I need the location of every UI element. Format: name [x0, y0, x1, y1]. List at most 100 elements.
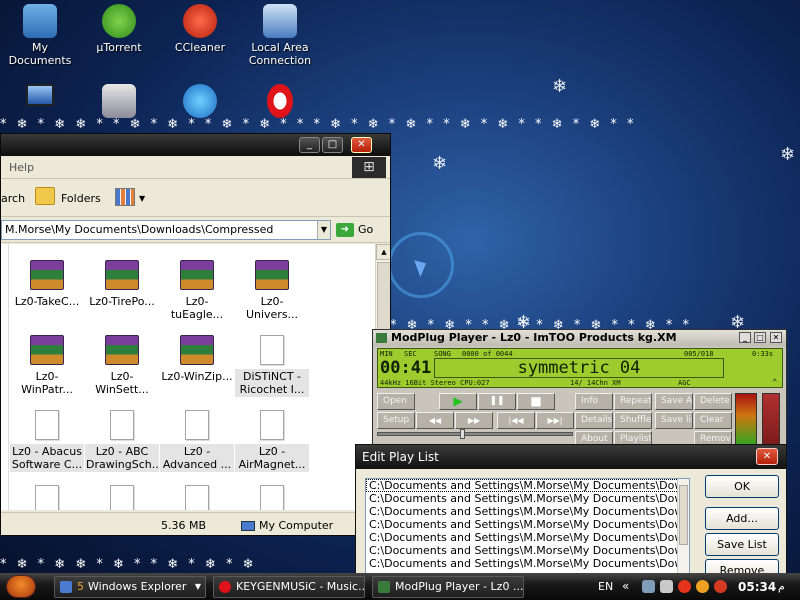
playlist-entry[interactable]: C:\Documents and Settings\M.Morse\My Doc…	[366, 479, 689, 492]
maximize-button[interactable]: □	[322, 137, 343, 153]
explorer-titlebar[interactable]: _ □ ✕	[1, 134, 390, 156]
taskbar-item-opera[interactable]: KEYGENMUSiC - Music...	[213, 576, 365, 598]
desktop-icon-my-computer[interactable]	[0, 84, 80, 109]
playlist-entry[interactable]: C:\Documents and Settings\M.Morse\My Doc…	[366, 518, 689, 531]
modplug-titlebar[interactable]: ModPlug Player - Lz0 - ImTOO Products kg…	[373, 330, 786, 346]
rewind-button[interactable]: ◀◀	[416, 412, 454, 429]
taskbar-item-modplug[interactable]: ModPlug Player - Lz0 ...	[372, 576, 524, 598]
playlist-entry[interactable]: C:\Documents and Settings\M.Morse\My Doc…	[366, 531, 689, 544]
file-item[interactable]: DiSTiNCT - Ricochet I...	[235, 335, 309, 397]
details-button[interactable]: Details	[575, 412, 613, 429]
playlist-entry[interactable]: C:\Documents and Settings\M.Morse\My Doc…	[366, 505, 689, 518]
file-item[interactable]: Lz0 - AirMagnet...	[235, 410, 309, 472]
fast-forward-button[interactable]: ▶▶	[455, 412, 493, 429]
file-item[interactable]: Lz0 - Abacus Software C...	[10, 410, 84, 472]
play-button[interactable]: ▶	[439, 393, 477, 410]
desktop-icon-utorrent[interactable]: µTorrent	[79, 4, 159, 54]
close-button[interactable]: ✕	[351, 137, 372, 153]
shuffle-button[interactable]: Shuffle	[614, 412, 652, 429]
minimize-button[interactable]: _	[299, 137, 320, 153]
previous-button[interactable]: |◀◀	[497, 412, 535, 429]
desktop-icon-opera[interactable]	[240, 84, 320, 121]
seek-slider[interactable]	[377, 429, 573, 439]
lcd-song-title: symmetric 04	[434, 358, 724, 378]
lcd-expand-icon[interactable]: ⌃	[772, 378, 777, 388]
go-button[interactable]: ➜ Go	[336, 223, 373, 237]
address-dropdown-icon[interactable]: ▼	[317, 221, 330, 239]
folders-button[interactable]: Folders	[61, 192, 101, 205]
show-hidden-icons-icon[interactable]: «	[622, 579, 629, 593]
next-button[interactable]: ▶▶|	[536, 412, 574, 429]
ccleaner-tray-icon[interactable]	[714, 580, 727, 593]
stop-button[interactable]: ■	[517, 393, 555, 410]
file-item[interactable]: Lz0 - Advanced ...	[160, 410, 234, 472]
delete-button[interactable]: Delete	[694, 393, 732, 410]
system-tray: EN « 05:34 م	[590, 576, 800, 598]
file-item[interactable]: Lz0 - ABC DrawingSch...	[85, 410, 162, 472]
lcd-display: MIN SEC 00:41 SONG 0000 of 0044 005/018 …	[377, 348, 783, 388]
network-connection-icon	[263, 4, 297, 38]
playlist-scroll-thumb[interactable]	[679, 485, 688, 545]
file-item[interactable]: Lz0-TakeC...	[10, 260, 84, 309]
start-button[interactable]	[6, 575, 36, 598]
playlist-titlebar[interactable]: Edit Play List ✕	[356, 445, 786, 469]
playlist-entry[interactable]: C:\Documents and Settings\M.Morse\My Doc…	[366, 544, 689, 557]
save-list-button[interactable]: Save list	[655, 412, 693, 429]
playlist-entry[interactable]: C:\Documents and Settings\M.Morse\My Doc…	[366, 492, 689, 505]
playlist-entry[interactable]: C:\Documents and Settings\M.Morse\My Doc…	[366, 557, 689, 570]
file-item[interactable]	[235, 485, 309, 510]
add-button[interactable]: Add...	[705, 507, 779, 530]
seek-slider-knob[interactable]	[460, 429, 465, 439]
save-as-button[interactable]: Save As	[655, 393, 693, 410]
info-button[interactable]: Info	[575, 393, 613, 410]
file-item[interactable]: Lz0-Univers...	[235, 260, 309, 322]
desktop-icon-ccleaner[interactable]: CCleaner	[160, 4, 240, 54]
taskbar-item-windows-explorer[interactable]: 5 Windows Explorer ▼	[54, 576, 206, 598]
file-item[interactable]: Lz0-WinSett...	[85, 335, 159, 397]
winrar-archive-icon	[255, 260, 289, 290]
repeat-button[interactable]: Repeat	[614, 393, 652, 410]
save-list-button[interactable]: Save List	[705, 533, 779, 556]
language-indicator[interactable]: EN	[598, 580, 613, 593]
pause-button[interactable]: ❚❚	[478, 393, 516, 410]
task-label: KEYGENMUSiC - Music...	[236, 580, 365, 593]
app-tray-icon[interactable]	[696, 580, 709, 593]
ok-button[interactable]: OK	[705, 475, 779, 498]
close-button[interactable]: ✕	[756, 448, 778, 465]
maximize-button[interactable]: □	[754, 332, 766, 343]
playlist-listbox[interactable]: C:\Documents and Settings\M.Morse\My Doc…	[365, 478, 690, 575]
document-icon	[260, 485, 284, 510]
document-icon	[35, 485, 59, 510]
winrar-archive-icon	[105, 260, 139, 290]
speaker-tray-icon[interactable]	[660, 580, 673, 593]
desktop-icon-ultra[interactable]	[79, 84, 159, 121]
file-item[interactable]	[85, 485, 159, 510]
network-tray-icon[interactable]	[642, 580, 655, 593]
file-item[interactable]: Lz0-TirePo...	[85, 260, 159, 309]
clock-time[interactable]: 05:34	[738, 580, 776, 594]
setup-button[interactable]: Setup	[377, 412, 415, 429]
file-item[interactable]: Lz0-WinZip...	[160, 335, 234, 384]
close-button[interactable]: ✕	[770, 332, 782, 343]
menu-help[interactable]: Help	[9, 161, 34, 174]
desktop-icon-internet[interactable]	[160, 84, 240, 121]
views-icon[interactable]	[115, 188, 135, 206]
file-item[interactable]: Lz0-tuEagle...	[160, 260, 234, 322]
playlist-scrollbar[interactable]	[677, 479, 689, 575]
file-item[interactable]: Lz0-WinPatr...	[10, 335, 84, 397]
search-button[interactable]: arch	[1, 192, 25, 205]
antivirus-tray-icon[interactable]	[678, 580, 691, 593]
scroll-up-icon[interactable]: ▲	[376, 244, 390, 260]
address-input[interactable]: M.Morse\My Documents\Downloads\Compresse…	[1, 220, 331, 240]
modplug-app-icon	[376, 333, 387, 343]
views-dropdown-arrow-icon[interactable]: ▼	[139, 194, 145, 203]
desktop-icon-my-documents[interactable]: My Documents	[0, 4, 80, 67]
file-item[interactable]	[10, 485, 84, 510]
open-button[interactable]: Open	[377, 393, 415, 410]
file-item[interactable]	[160, 485, 234, 510]
edit-playlist-dialog: Edit Play List ✕ C:\Documents and Settin…	[355, 444, 787, 576]
minimize-button[interactable]: _	[739, 332, 751, 343]
clear-button[interactable]: Clear	[694, 412, 732, 429]
status-location: My Computer	[241, 519, 333, 532]
desktop-icon-local-area-connection[interactable]: Local Area Connection	[240, 4, 320, 67]
